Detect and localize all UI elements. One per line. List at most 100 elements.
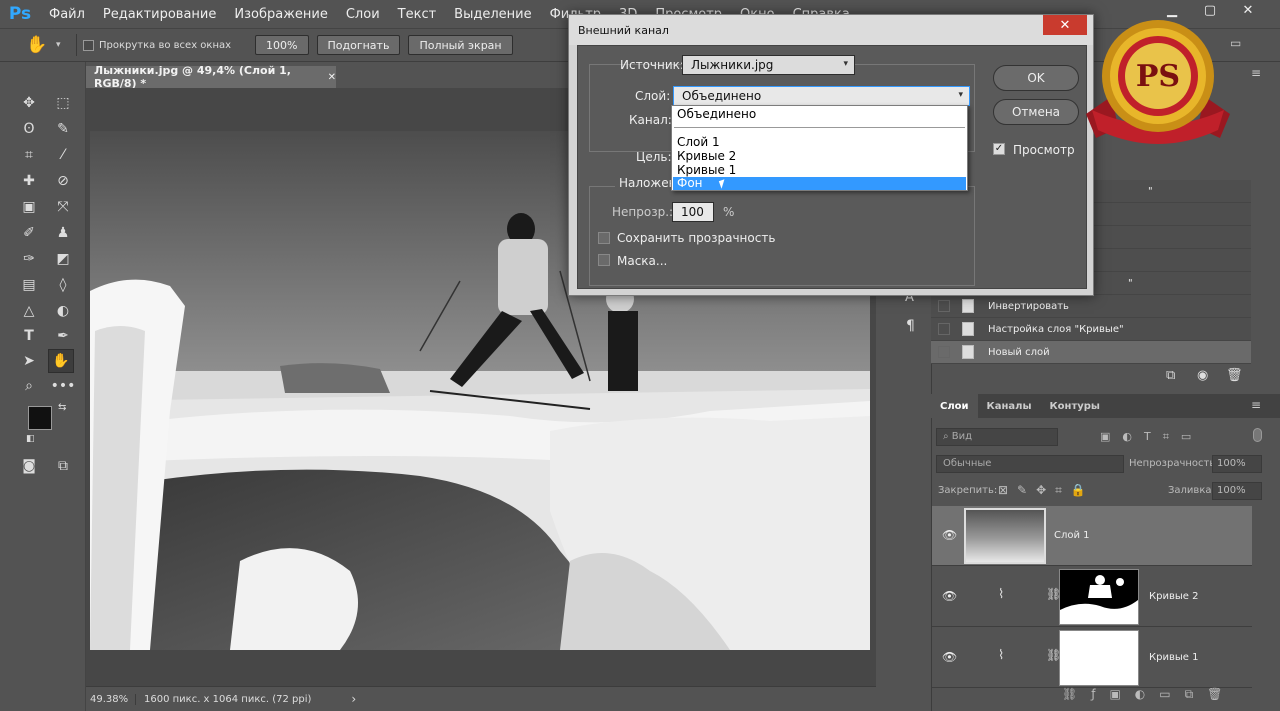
- layer-row-active[interactable]: 👁 Слой 1: [932, 506, 1252, 566]
- brush-tool-icon[interactable]: ✐: [16, 221, 42, 245]
- tab-paths[interactable]: Контуры: [1041, 394, 1109, 418]
- menu-image[interactable]: Изображение: [225, 7, 336, 22]
- layer-row[interactable]: 👁 ⌇ ⛓ Кривые 2: [932, 567, 1252, 627]
- quick-select-icon[interactable]: ✎: [50, 117, 76, 141]
- sharpen-tool-icon[interactable]: △: [16, 299, 42, 323]
- screen-mode-icon[interactable]: ⧉: [50, 454, 76, 478]
- paragraph-panel-icon[interactable]: ¶: [906, 318, 915, 334]
- mask-label: Маска...: [617, 254, 668, 268]
- path-select-icon[interactable]: ➤: [16, 349, 42, 373]
- quick-mask-icon[interactable]: ◙: [16, 454, 42, 478]
- close-tab-icon[interactable]: ✕: [328, 72, 336, 83]
- menu-edit[interactable]: Редактирование: [94, 7, 225, 22]
- layer-select[interactable]: Объединено ▾: [673, 86, 970, 106]
- fill-input[interactable]: 100%: [1212, 482, 1262, 500]
- new-document-from-state-icon[interactable]: ⧉: [1166, 368, 1175, 383]
- preserve-transparency-checkbox[interactable]: [598, 232, 610, 244]
- swap-colors-icon[interactable]: ⇆: [58, 402, 66, 413]
- minimize-icon[interactable]: ▁: [1153, 0, 1191, 20]
- menu-text[interactable]: Текст: [389, 7, 446, 22]
- layers-panel-tabs: Слои Каналы Контуры: [931, 394, 1280, 418]
- layer-mask-thumbnail[interactable]: [1059, 569, 1139, 625]
- eraser-tool-icon[interactable]: ◩: [50, 247, 76, 271]
- opacity-input[interactable]: 100: [672, 202, 714, 222]
- foreground-color-swatch[interactable]: [28, 406, 52, 430]
- fit-screen-button[interactable]: Подогнать: [316, 35, 401, 55]
- type-tool-icon[interactable]: T: [16, 324, 42, 348]
- lasso-tool-icon[interactable]: ʘ: [16, 117, 42, 141]
- history-item-active[interactable]: Новый слой: [931, 341, 1251, 364]
- gradient-tool-icon[interactable]: ▤: [16, 273, 42, 297]
- lock-icons[interactable]: ⊠✎✥⌗🔒: [998, 483, 1095, 498]
- menu-file[interactable]: Файл: [40, 7, 94, 22]
- menu-select[interactable]: Выделение: [445, 7, 540, 22]
- document-title: Лыжники.jpg @ 49,4% (Слой 1, RGB/8) *: [94, 64, 291, 90]
- dodge-tool-icon[interactable]: ◐: [50, 299, 76, 323]
- dropdown-option[interactable]: Кривые 2: [673, 150, 966, 163]
- scroll-all-checkbox[interactable]: [83, 39, 94, 51]
- layers-bottom-icons[interactable]: ⛓ƒ▣◐▭⧉🗑: [1062, 687, 1236, 702]
- history-label: Инвертировать: [988, 300, 1069, 312]
- crop-tool-icon[interactable]: ⌗: [16, 143, 42, 167]
- close-window-icon[interactable]: ✕: [1229, 0, 1267, 20]
- panel-menu-icon[interactable]: ≡: [1251, 66, 1261, 80]
- dropdown-option[interactable]: Объединено: [673, 108, 966, 121]
- eye-icon[interactable]: 👁: [942, 528, 957, 542]
- blend-mode-select[interactable]: Обычные: [936, 455, 1124, 473]
- maximize-icon[interactable]: ▢: [1191, 0, 1229, 20]
- eye-icon[interactable]: 👁: [942, 650, 957, 664]
- blur-tool-icon[interactable]: ◊: [50, 273, 76, 297]
- badge-graphic: PS: [1086, 20, 1230, 144]
- layer-row[interactable]: 👁 ⌇ ⛓ Кривые 1: [932, 628, 1252, 688]
- mask-checkbox[interactable]: [598, 254, 610, 266]
- dropdown-option[interactable]: Кривые 1: [673, 164, 966, 177]
- source-select[interactable]: Лыжники.jpg ▾: [682, 55, 855, 75]
- history-item[interactable]: Настройка слоя "Кривые": [931, 318, 1251, 341]
- search-icon: ⌕: [943, 431, 949, 442]
- hand-tool-icon[interactable]: ✋: [48, 349, 74, 373]
- document-tab[interactable]: Лыжники.jpg @ 49,4% (Слой 1, RGB/8) * ✕: [86, 64, 336, 90]
- chevron-down-icon[interactable]: ▾: [56, 40, 76, 50]
- tab-layers[interactable]: Слои: [931, 394, 978, 418]
- marquee-tool-icon[interactable]: ⬚: [50, 91, 76, 115]
- cancel-button[interactable]: Отмена: [993, 99, 1079, 125]
- dropdown-option-highlighted[interactable]: Фон: [673, 177, 966, 190]
- chevron-right-icon[interactable]: ›: [351, 692, 356, 706]
- camera-icon[interactable]: ◉: [1197, 368, 1208, 383]
- history-brush-icon[interactable]: ✑: [16, 247, 42, 271]
- eye-icon[interactable]: 👁: [942, 589, 957, 603]
- healing-brush-icon[interactable]: ✚: [16, 169, 42, 193]
- fullscreen-button[interactable]: Полный экран: [408, 35, 513, 55]
- layer-mask-thumbnail[interactable]: [1059, 630, 1139, 686]
- zoom-100-button[interactable]: 100%: [255, 35, 309, 55]
- menu-layers[interactable]: Слои: [337, 7, 389, 22]
- opacity-input[interactable]: 100%: [1212, 455, 1262, 473]
- trash-icon[interactable]: 🗑: [1226, 368, 1243, 383]
- ok-button[interactable]: OK: [993, 65, 1079, 91]
- history-item[interactable]: Инвертировать: [931, 295, 1251, 318]
- zoom-readout[interactable]: 49.38%: [86, 693, 136, 705]
- layer-filter-icons[interactable]: ▣◐T⌗▭: [1100, 430, 1203, 444]
- stamp-tool-icon[interactable]: ♟: [50, 221, 76, 245]
- scroll-all-label: Прокрутка во всех окнах: [99, 39, 232, 51]
- tab-channels[interactable]: Каналы: [978, 394, 1041, 418]
- hand-tool-icon[interactable]: ✋: [26, 35, 56, 55]
- preview-checkbox[interactable]: ✓: [993, 143, 1005, 155]
- history-label: Настройка слоя "Кривые": [988, 323, 1124, 335]
- move-tool-icon[interactable]: ✥: [16, 91, 42, 115]
- layers-panel-menu-icon[interactable]: ≡: [1251, 398, 1261, 412]
- default-colors-icon[interactable]: ◧: [26, 434, 35, 444]
- dialog-close-button[interactable]: ✕: [1043, 15, 1087, 35]
- layer-filter-select[interactable]: ⌕ Вид: [936, 428, 1058, 446]
- frame-tool-icon[interactable]: ▣: [16, 195, 42, 219]
- content-aware-move-icon[interactable]: ⤧: [50, 195, 76, 219]
- filter-toggle[interactable]: [1253, 428, 1262, 442]
- zoom-tool-icon[interactable]: ⌕: [16, 374, 42, 398]
- layer-label: Слой:: [635, 89, 671, 103]
- more-tools-icon[interactable]: •••: [50, 374, 76, 398]
- workspace-icon[interactable]: ▭: [1230, 36, 1241, 50]
- dropdown-option[interactable]: Слой 1: [673, 136, 966, 149]
- pen-tool-icon[interactable]: ✒: [50, 324, 76, 348]
- patch-tool-icon[interactable]: ⊘: [50, 169, 76, 193]
- eyedropper-icon[interactable]: ⁄: [50, 143, 76, 167]
